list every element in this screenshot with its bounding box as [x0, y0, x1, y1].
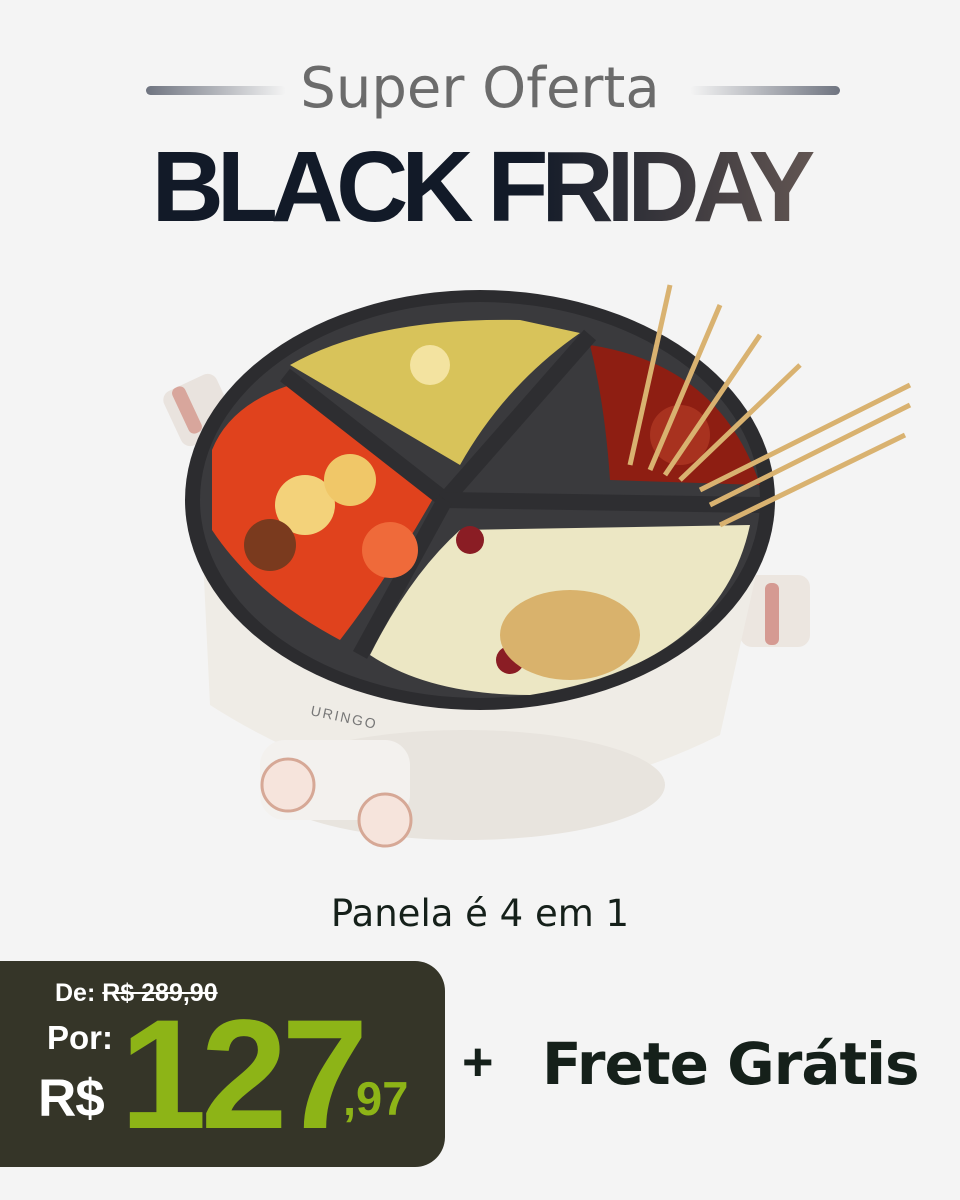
- price-integer: 127: [120, 988, 368, 1162]
- super-oferta-heading: Super Oferta: [300, 56, 660, 121]
- free-shipping-label: Frete Grátis: [542, 1030, 920, 1098]
- black-friday-title: BLACK FRIDAY: [0, 130, 960, 245]
- plus-sign: +: [462, 1032, 494, 1092]
- currency-symbol: R$: [38, 1069, 105, 1128]
- price-box: De: R$ 289,90 Por: R$ 127 ,97: [0, 961, 445, 1167]
- for-label: Por:: [47, 1019, 113, 1056]
- hot-pot-image: URINGO: [163, 284, 912, 848]
- product-caption: Panela é 4 em 1: [330, 892, 630, 935]
- from-label: De:: [55, 979, 96, 1007]
- price-cents: ,97: [343, 1072, 409, 1125]
